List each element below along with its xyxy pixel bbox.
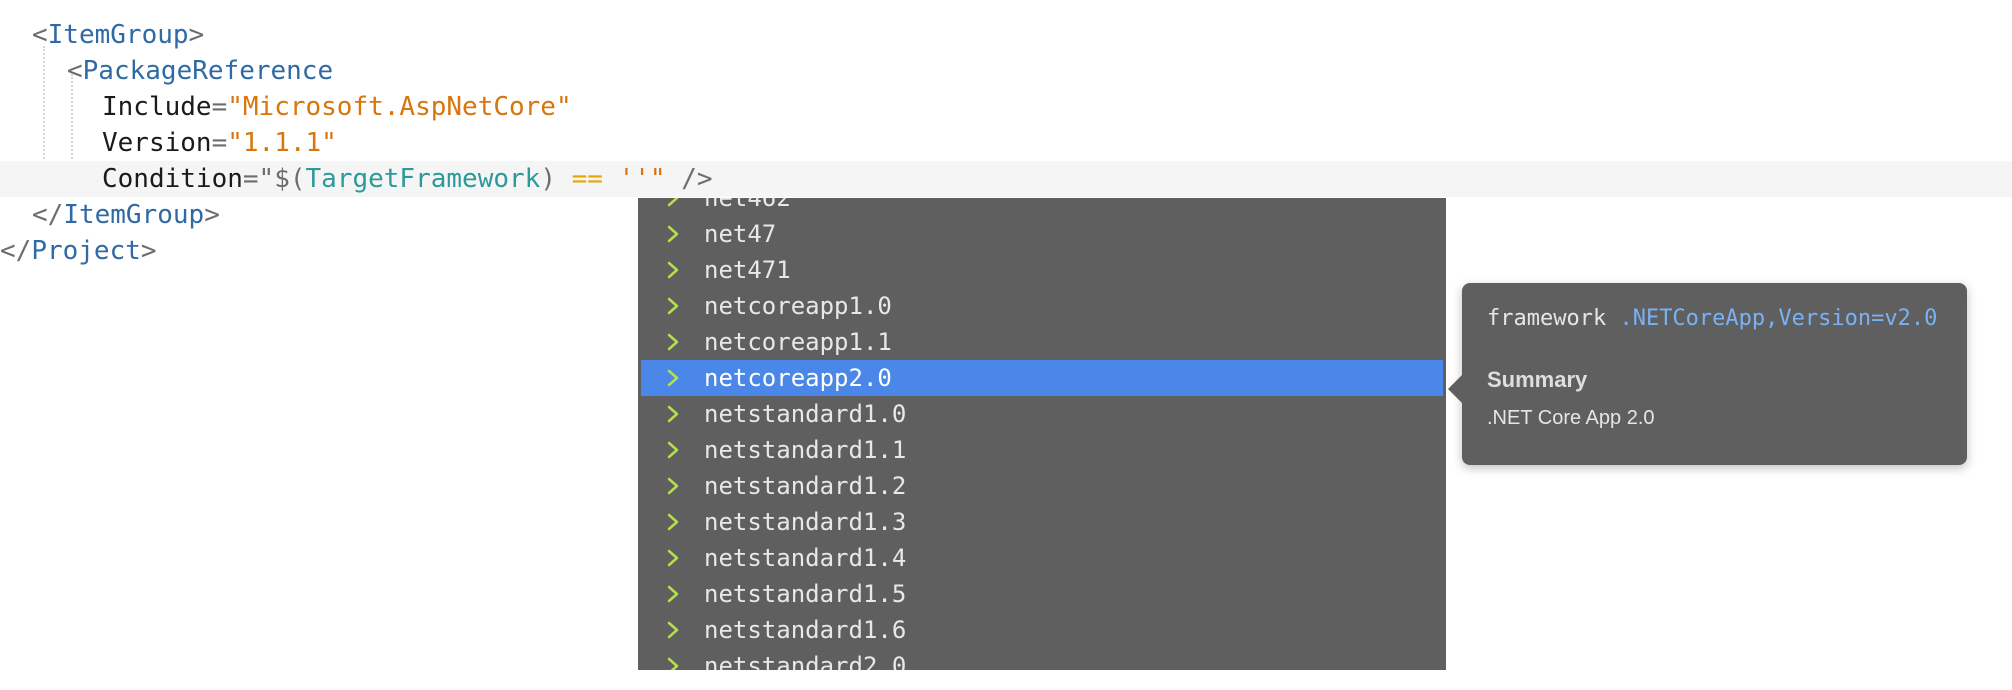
code-token: TargetFramework: [305, 164, 541, 194]
chevron-right-icon: [665, 504, 683, 540]
chevron-right-icon: [665, 324, 683, 360]
documentation-tooltip: framework .NETCoreApp,Version=v2.0 Summa…: [1448, 283, 1967, 465]
code-token: ItemGroup: [47, 20, 189, 50]
chevron-right-icon: [665, 396, 683, 432]
chevron-right-icon: [665, 540, 683, 576]
chevron-right-icon: [665, 612, 683, 648]
signature-prefix: framework: [1487, 306, 1620, 331]
code-token: ="$(: [242, 164, 306, 194]
code-token: >: [188, 20, 205, 50]
completion-item[interactable]: netstandard1.5: [641, 576, 1443, 612]
completion-item-label: netcoreapp2.0: [704, 364, 892, 392]
code-token: Include: [102, 92, 212, 122]
code-token: </: [32, 200, 64, 230]
code-token: Project: [31, 236, 141, 266]
code-token: ''": [618, 164, 666, 194]
completion-item[interactable]: netstandard1.3: [641, 504, 1443, 540]
completion-item-label: netstandard1.2: [704, 472, 907, 500]
completion-item[interactable]: netcoreapp1.1: [641, 324, 1443, 360]
chevron-right-icon: [665, 288, 683, 324]
completion-item[interactable]: netstandard1.0: [641, 396, 1443, 432]
completion-item[interactable]: netstandard1.1: [641, 432, 1443, 468]
code-line-3[interactable]: Include="Microsoft.AspNetCore": [102, 89, 2012, 125]
summary-heading: Summary: [1487, 367, 1588, 392]
signature-value: .NETCoreApp,Version=v2.0: [1619, 306, 1938, 331]
chevron-right-icon: [665, 252, 683, 288]
chevron-right-icon: [665, 198, 683, 216]
completion-item-label: net471: [704, 256, 791, 284]
completion-item-label: netstandard1.0: [704, 400, 907, 428]
code-token: =: [211, 92, 228, 122]
code-token: >: [140, 236, 157, 266]
completion-item[interactable]: netcoreapp1.0: [641, 288, 1443, 324]
summary-text: .NET Core App 2.0: [1487, 407, 1655, 429]
completion-item-label: netstandard1.1: [704, 436, 907, 464]
chevron-right-icon: [665, 468, 683, 504]
chevron-right-icon: [665, 360, 683, 396]
code-line-4[interactable]: Version="1.1.1": [102, 125, 2012, 161]
code-token: <: [67, 56, 83, 86]
completion-item[interactable]: net47: [641, 216, 1443, 252]
completion-item[interactable]: net462: [641, 198, 1443, 216]
chevron-right-icon: [665, 648, 683, 670]
chevron-right-icon: [665, 432, 683, 468]
completion-item[interactable]: netstandard1.2: [641, 468, 1443, 504]
tooltip-signature: framework .NETCoreApp,Version=v2.0: [1487, 303, 1937, 335]
completion-item-label: netstandard1.4: [704, 544, 907, 572]
code-token: "Microsoft.AspNetCore": [227, 92, 572, 122]
completion-item[interactable]: netcoreapp2.0: [641, 360, 1443, 396]
completion-item[interactable]: netstandard1.4: [641, 540, 1443, 576]
code-line-1[interactable]: <ItemGroup>: [32, 17, 2012, 53]
code-line-2[interactable]: <PackageReference: [67, 53, 2012, 89]
chevron-right-icon: [665, 576, 683, 612]
code-token: >: [204, 200, 220, 230]
completion-item-label: netcoreapp1.0: [704, 292, 892, 320]
completion-item-label: netstandard1.5: [704, 580, 907, 608]
code-token: Version: [102, 128, 212, 158]
completion-item-label: netstandard1.6: [704, 616, 907, 644]
code-token: ): [540, 164, 556, 194]
code-token: =: [211, 128, 228, 158]
tooltip-arrow: [1448, 375, 1462, 403]
completion-item-label: netstandard2.0: [704, 652, 907, 670]
code-token: Condition: [102, 164, 243, 194]
code-token: "1.1.1": [227, 128, 337, 158]
code-token: ItemGroup: [63, 200, 205, 230]
code-token: PackageReference: [82, 56, 334, 86]
code-token: </: [0, 236, 32, 266]
code-token: ==: [571, 164, 603, 194]
completion-item-label: netcoreapp1.1: [704, 328, 892, 356]
completion-item[interactable]: netstandard2.0: [641, 648, 1443, 670]
completion-popup[interactable]: net462 net47 net471 netcoreapp1.0 netcoreapp…: [638, 198, 1446, 670]
completion-item[interactable]: netstandard1.6: [641, 612, 1443, 648]
code-token: />: [681, 164, 713, 194]
completion-item[interactable]: net471: [641, 252, 1443, 288]
completion-item-label: netstandard1.3: [704, 508, 907, 536]
code-token: <: [32, 20, 48, 50]
chevron-right-icon: [665, 216, 683, 252]
code-line-5-current[interactable]: Condition="$(TargetFramework) == ''" />: [0, 161, 2012, 197]
completion-item-label: net47: [704, 220, 777, 248]
completion-item-label: net462: [704, 198, 791, 212]
